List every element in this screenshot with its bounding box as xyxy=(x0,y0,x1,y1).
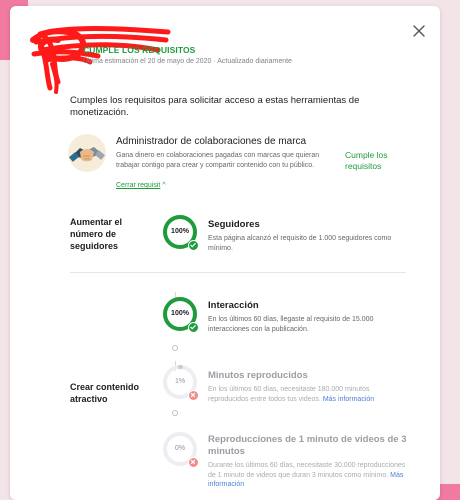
progress-ring-views: 0% xyxy=(162,431,199,468)
handshake-icon xyxy=(68,134,106,172)
requirement-desc-minutes: En los últimos 60 días, necesitaste 180.… xyxy=(208,385,408,404)
brand-collab-status: Cumple los requisitos xyxy=(345,150,388,171)
timeline-dot xyxy=(172,410,178,416)
requirement-title-views: Reproducciones de 1 minuto de videos de … xyxy=(208,434,407,457)
requirements-dialog: CUMPLE LOS REQUISITOS Última estimación … xyxy=(10,6,440,500)
requirement-desc-views: Durante los últimos 60 días, necesitaste… xyxy=(208,461,408,490)
intro-text: Cumples los requisitos para solicitar ac… xyxy=(70,95,360,118)
requirement-desc-followers: Esta página alcanzó el requisito de 1.00… xyxy=(208,235,392,252)
estimate-subtitle: Última estimación el 20 de mayo de 2020 … xyxy=(83,58,292,65)
close-icon[interactable] xyxy=(412,24,426,38)
timeline-dot xyxy=(172,345,178,351)
x-icon xyxy=(188,390,199,401)
more-info-link[interactable]: Más información xyxy=(323,396,374,403)
progress-ring-followers: 100% xyxy=(162,214,199,251)
x-icon xyxy=(188,457,199,468)
close-requirements-link[interactable]: Cerrar requisit ^ xyxy=(116,182,166,189)
section-label-content: Crear contenido atractivo xyxy=(70,382,140,404)
progress-ring-minutes: 1% xyxy=(162,364,199,401)
eligibility-title: CUMPLE LOS REQUISITOS xyxy=(83,45,196,55)
requirement-title-followers: Seguidores xyxy=(208,219,260,230)
check-icon xyxy=(188,322,199,333)
chevron-up-icon: ^ xyxy=(162,182,166,189)
requirement-desc-interaction: En los últimos 60 días, llegaste al requ… xyxy=(208,316,374,333)
section-divider xyxy=(70,272,406,273)
progress-ring-interaction: 100% xyxy=(162,296,199,333)
requirement-title-minutes: Minutos reproducidos xyxy=(208,370,308,381)
requirement-desc-views-text: Durante los últimos 60 días, necesitaste… xyxy=(208,462,406,479)
brand-collab-description: Gana dinero en colaboraciones pagadas co… xyxy=(116,152,320,169)
check-icon xyxy=(188,240,199,251)
section-label-followers: Aumentar el número de seguidores xyxy=(70,217,123,251)
requirement-title-interaction: Interacción xyxy=(208,300,259,311)
brand-collab-title: Administrador de colaboraciones de marca xyxy=(116,136,307,147)
close-requirements-label: Cerrar requisit xyxy=(116,182,161,189)
